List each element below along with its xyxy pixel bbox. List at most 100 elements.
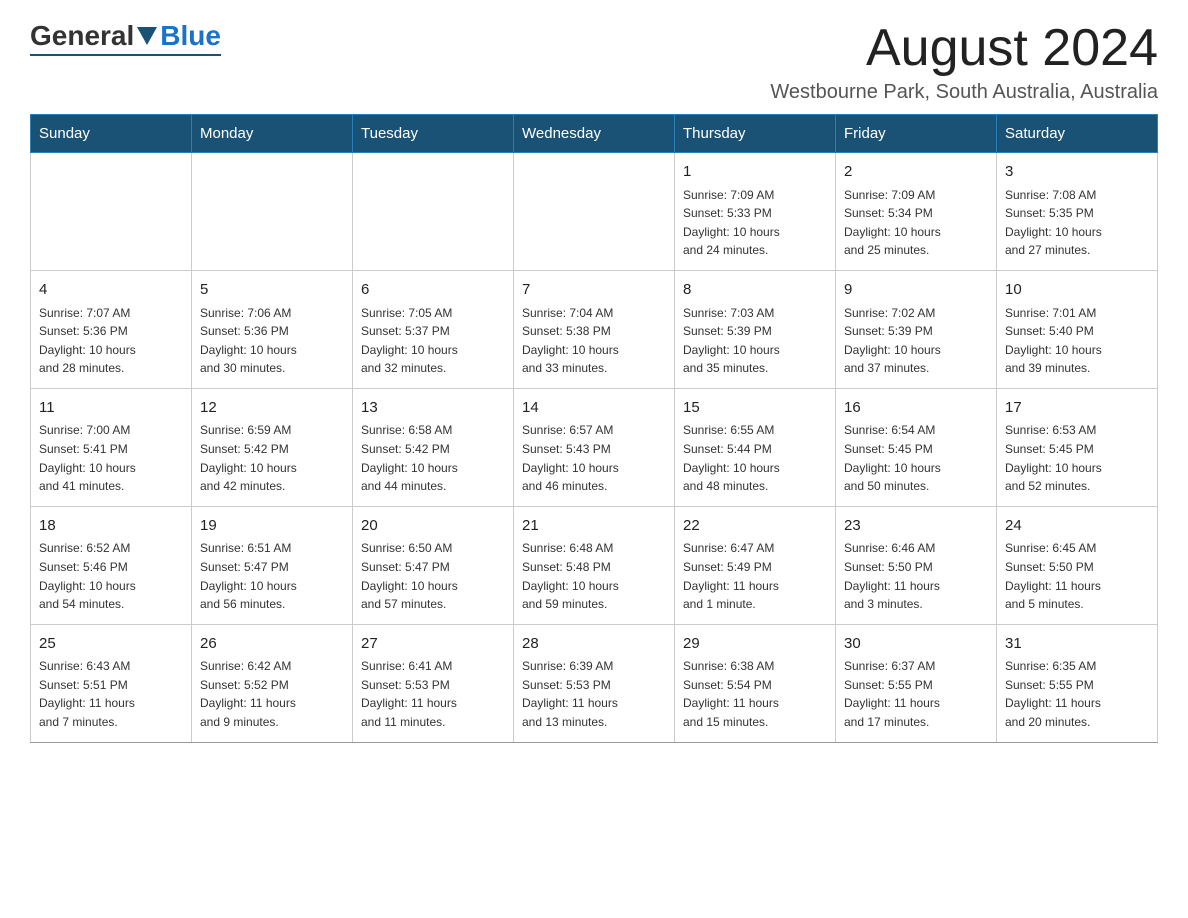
day-number: 17 (1005, 397, 1149, 420)
day-info: Sunrise: 7:05 AMSunset: 5:37 PMDaylight:… (361, 304, 505, 378)
day-number: 15 (683, 397, 827, 420)
day-info: Sunrise: 6:52 AMSunset: 5:46 PMDaylight:… (39, 539, 183, 613)
day-number: 3 (1005, 161, 1149, 184)
day-number: 2 (844, 161, 988, 184)
calendar-cell: 25Sunrise: 6:43 AMSunset: 5:51 PMDayligh… (31, 624, 192, 742)
day-info: Sunrise: 6:46 AMSunset: 5:50 PMDaylight:… (844, 539, 988, 613)
calendar-cell: 15Sunrise: 6:55 AMSunset: 5:44 PMDayligh… (675, 388, 836, 506)
day-number: 13 (361, 397, 505, 420)
calendar-cell: 8Sunrise: 7:03 AMSunset: 5:39 PMDaylight… (675, 271, 836, 389)
column-header-friday: Friday (836, 115, 997, 153)
day-info: Sunrise: 6:58 AMSunset: 5:42 PMDaylight:… (361, 421, 505, 495)
calendar-cell: 7Sunrise: 7:04 AMSunset: 5:38 PMDaylight… (514, 271, 675, 389)
day-number: 1 (683, 161, 827, 184)
day-number: 5 (200, 279, 344, 302)
logo-underline (30, 54, 221, 56)
column-header-monday: Monday (192, 115, 353, 153)
calendar-cell: 27Sunrise: 6:41 AMSunset: 5:53 PMDayligh… (353, 624, 514, 742)
day-info: Sunrise: 6:55 AMSunset: 5:44 PMDaylight:… (683, 421, 827, 495)
day-number: 30 (844, 633, 988, 656)
day-info: Sunrise: 7:00 AMSunset: 5:41 PMDaylight:… (39, 421, 183, 495)
day-number: 9 (844, 279, 988, 302)
day-number: 31 (1005, 633, 1149, 656)
calendar-cell: 16Sunrise: 6:54 AMSunset: 5:45 PMDayligh… (836, 388, 997, 506)
calendar-cell (353, 153, 514, 271)
day-info: Sunrise: 6:37 AMSunset: 5:55 PMDaylight:… (844, 657, 988, 731)
calendar-cell: 24Sunrise: 6:45 AMSunset: 5:50 PMDayligh… (997, 506, 1158, 624)
calendar-cell: 21Sunrise: 6:48 AMSunset: 5:48 PMDayligh… (514, 506, 675, 624)
day-number: 22 (683, 515, 827, 538)
calendar-week-row: 11Sunrise: 7:00 AMSunset: 5:41 PMDayligh… (31, 388, 1158, 506)
day-number: 25 (39, 633, 183, 656)
logo-blue-text: Blue (160, 20, 221, 52)
calendar-cell (192, 153, 353, 271)
calendar-cell: 13Sunrise: 6:58 AMSunset: 5:42 PMDayligh… (353, 388, 514, 506)
column-header-tuesday: Tuesday (353, 115, 514, 153)
day-number: 28 (522, 633, 666, 656)
day-info: Sunrise: 6:38 AMSunset: 5:54 PMDaylight:… (683, 657, 827, 731)
title-section: August 2024 Westbourne Park, South Austr… (770, 20, 1158, 104)
day-number: 10 (1005, 279, 1149, 302)
calendar-cell: 29Sunrise: 6:38 AMSunset: 5:54 PMDayligh… (675, 624, 836, 742)
column-header-wednesday: Wednesday (514, 115, 675, 153)
day-info: Sunrise: 6:59 AMSunset: 5:42 PMDaylight:… (200, 421, 344, 495)
day-info: Sunrise: 7:07 AMSunset: 5:36 PMDaylight:… (39, 304, 183, 378)
day-number: 29 (683, 633, 827, 656)
calendar-cell: 18Sunrise: 6:52 AMSunset: 5:46 PMDayligh… (31, 506, 192, 624)
day-info: Sunrise: 7:09 AMSunset: 5:34 PMDaylight:… (844, 186, 988, 260)
calendar-cell: 22Sunrise: 6:47 AMSunset: 5:49 PMDayligh… (675, 506, 836, 624)
calendar-cell: 23Sunrise: 6:46 AMSunset: 5:50 PMDayligh… (836, 506, 997, 624)
calendar-cell: 14Sunrise: 6:57 AMSunset: 5:43 PMDayligh… (514, 388, 675, 506)
calendar-cell: 5Sunrise: 7:06 AMSunset: 5:36 PMDaylight… (192, 271, 353, 389)
calendar-cell (31, 153, 192, 271)
day-info: Sunrise: 7:01 AMSunset: 5:40 PMDaylight:… (1005, 304, 1149, 378)
day-info: Sunrise: 7:02 AMSunset: 5:39 PMDaylight:… (844, 304, 988, 378)
calendar-cell: 1Sunrise: 7:09 AMSunset: 5:33 PMDaylight… (675, 153, 836, 271)
logo-triangle-icon (137, 27, 157, 45)
calendar-cell: 4Sunrise: 7:07 AMSunset: 5:36 PMDaylight… (31, 271, 192, 389)
calendar-week-row: 4Sunrise: 7:07 AMSunset: 5:36 PMDaylight… (31, 271, 1158, 389)
location-title: Westbourne Park, South Australia, Austra… (770, 81, 1158, 104)
calendar-cell: 26Sunrise: 6:42 AMSunset: 5:52 PMDayligh… (192, 624, 353, 742)
day-number: 18 (39, 515, 183, 538)
calendar-cell: 11Sunrise: 7:00 AMSunset: 5:41 PMDayligh… (31, 388, 192, 506)
calendar-table: SundayMondayTuesdayWednesdayThursdayFrid… (30, 114, 1158, 742)
calendar-cell (514, 153, 675, 271)
day-number: 6 (361, 279, 505, 302)
calendar-header-row: SundayMondayTuesdayWednesdayThursdayFrid… (31, 115, 1158, 153)
day-info: Sunrise: 7:09 AMSunset: 5:33 PMDaylight:… (683, 186, 827, 260)
calendar-cell: 12Sunrise: 6:59 AMSunset: 5:42 PMDayligh… (192, 388, 353, 506)
day-info: Sunrise: 6:47 AMSunset: 5:49 PMDaylight:… (683, 539, 827, 613)
day-info: Sunrise: 7:08 AMSunset: 5:35 PMDaylight:… (1005, 186, 1149, 260)
day-number: 21 (522, 515, 666, 538)
day-number: 7 (522, 279, 666, 302)
day-info: Sunrise: 7:06 AMSunset: 5:36 PMDaylight:… (200, 304, 344, 378)
logo-general-text: General (30, 20, 134, 52)
column-header-sunday: Sunday (31, 115, 192, 153)
day-number: 8 (683, 279, 827, 302)
day-info: Sunrise: 6:53 AMSunset: 5:45 PMDaylight:… (1005, 421, 1149, 495)
calendar-cell: 28Sunrise: 6:39 AMSunset: 5:53 PMDayligh… (514, 624, 675, 742)
column-header-saturday: Saturday (997, 115, 1158, 153)
day-number: 23 (844, 515, 988, 538)
calendar-cell: 17Sunrise: 6:53 AMSunset: 5:45 PMDayligh… (997, 388, 1158, 506)
day-number: 11 (39, 397, 183, 420)
logo: General Blue (30, 20, 221, 56)
calendar-cell: 30Sunrise: 6:37 AMSunset: 5:55 PMDayligh… (836, 624, 997, 742)
day-info: Sunrise: 6:51 AMSunset: 5:47 PMDaylight:… (200, 539, 344, 613)
calendar-week-row: 25Sunrise: 6:43 AMSunset: 5:51 PMDayligh… (31, 624, 1158, 742)
column-header-thursday: Thursday (675, 115, 836, 153)
day-info: Sunrise: 6:39 AMSunset: 5:53 PMDaylight:… (522, 657, 666, 731)
day-number: 12 (200, 397, 344, 420)
page-header: General Blue August 2024 Westbourne Park… (30, 20, 1158, 104)
calendar-cell: 3Sunrise: 7:08 AMSunset: 5:35 PMDaylight… (997, 153, 1158, 271)
day-number: 19 (200, 515, 344, 538)
calendar-cell: 20Sunrise: 6:50 AMSunset: 5:47 PMDayligh… (353, 506, 514, 624)
day-info: Sunrise: 6:54 AMSunset: 5:45 PMDaylight:… (844, 421, 988, 495)
day-number: 4 (39, 279, 183, 302)
day-number: 20 (361, 515, 505, 538)
day-info: Sunrise: 6:41 AMSunset: 5:53 PMDaylight:… (361, 657, 505, 731)
day-info: Sunrise: 6:35 AMSunset: 5:55 PMDaylight:… (1005, 657, 1149, 731)
month-title: August 2024 (770, 20, 1158, 77)
day-info: Sunrise: 6:50 AMSunset: 5:47 PMDaylight:… (361, 539, 505, 613)
